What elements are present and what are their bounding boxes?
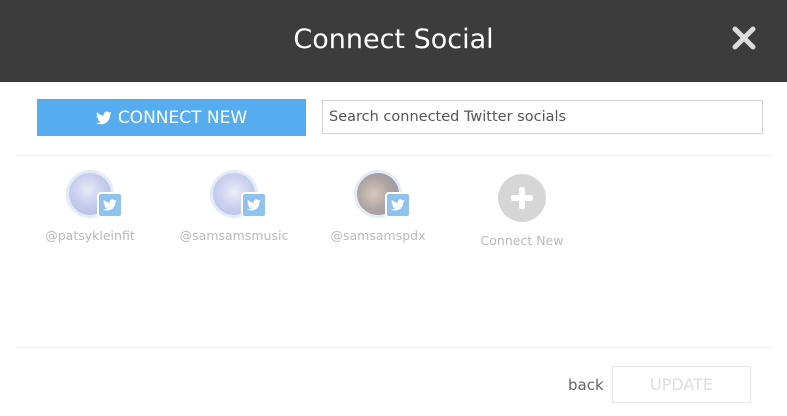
twitter-badge-icon: [241, 192, 267, 218]
plus-circle-icon: [498, 174, 546, 222]
twitter-badge-icon: [385, 192, 411, 218]
connect-new-label: CONNECT NEW: [117, 107, 248, 128]
connect-new-button[interactable]: CONNECT NEW: [37, 99, 306, 136]
account-item[interactable]: @patsykleinfit: [15, 170, 165, 243]
account-item[interactable]: @samsamspdx: [303, 170, 453, 243]
twitter-badge-icon: [97, 192, 123, 218]
bottom-divider: [16, 347, 772, 348]
account-handle: @samsamsmusic: [179, 228, 289, 243]
close-icon[interactable]: [730, 24, 758, 52]
back-link[interactable]: back: [568, 376, 604, 394]
connect-new-tile-label: Connect New: [480, 233, 564, 248]
modal-title: Connect Social: [293, 24, 494, 55]
top-divider: [16, 155, 772, 156]
connect-new-tile[interactable]: Connect New: [472, 174, 572, 248]
modal-header: Connect Social: [0, 0, 787, 82]
twitter-icon: [95, 111, 112, 124]
account-handle: @patsykleinfit: [45, 228, 135, 243]
account-item[interactable]: @samsamsmusic: [159, 170, 309, 243]
search-input[interactable]: [322, 100, 763, 134]
account-handle: @samsamspdx: [330, 228, 426, 243]
update-button[interactable]: UPDATE: [612, 366, 751, 403]
